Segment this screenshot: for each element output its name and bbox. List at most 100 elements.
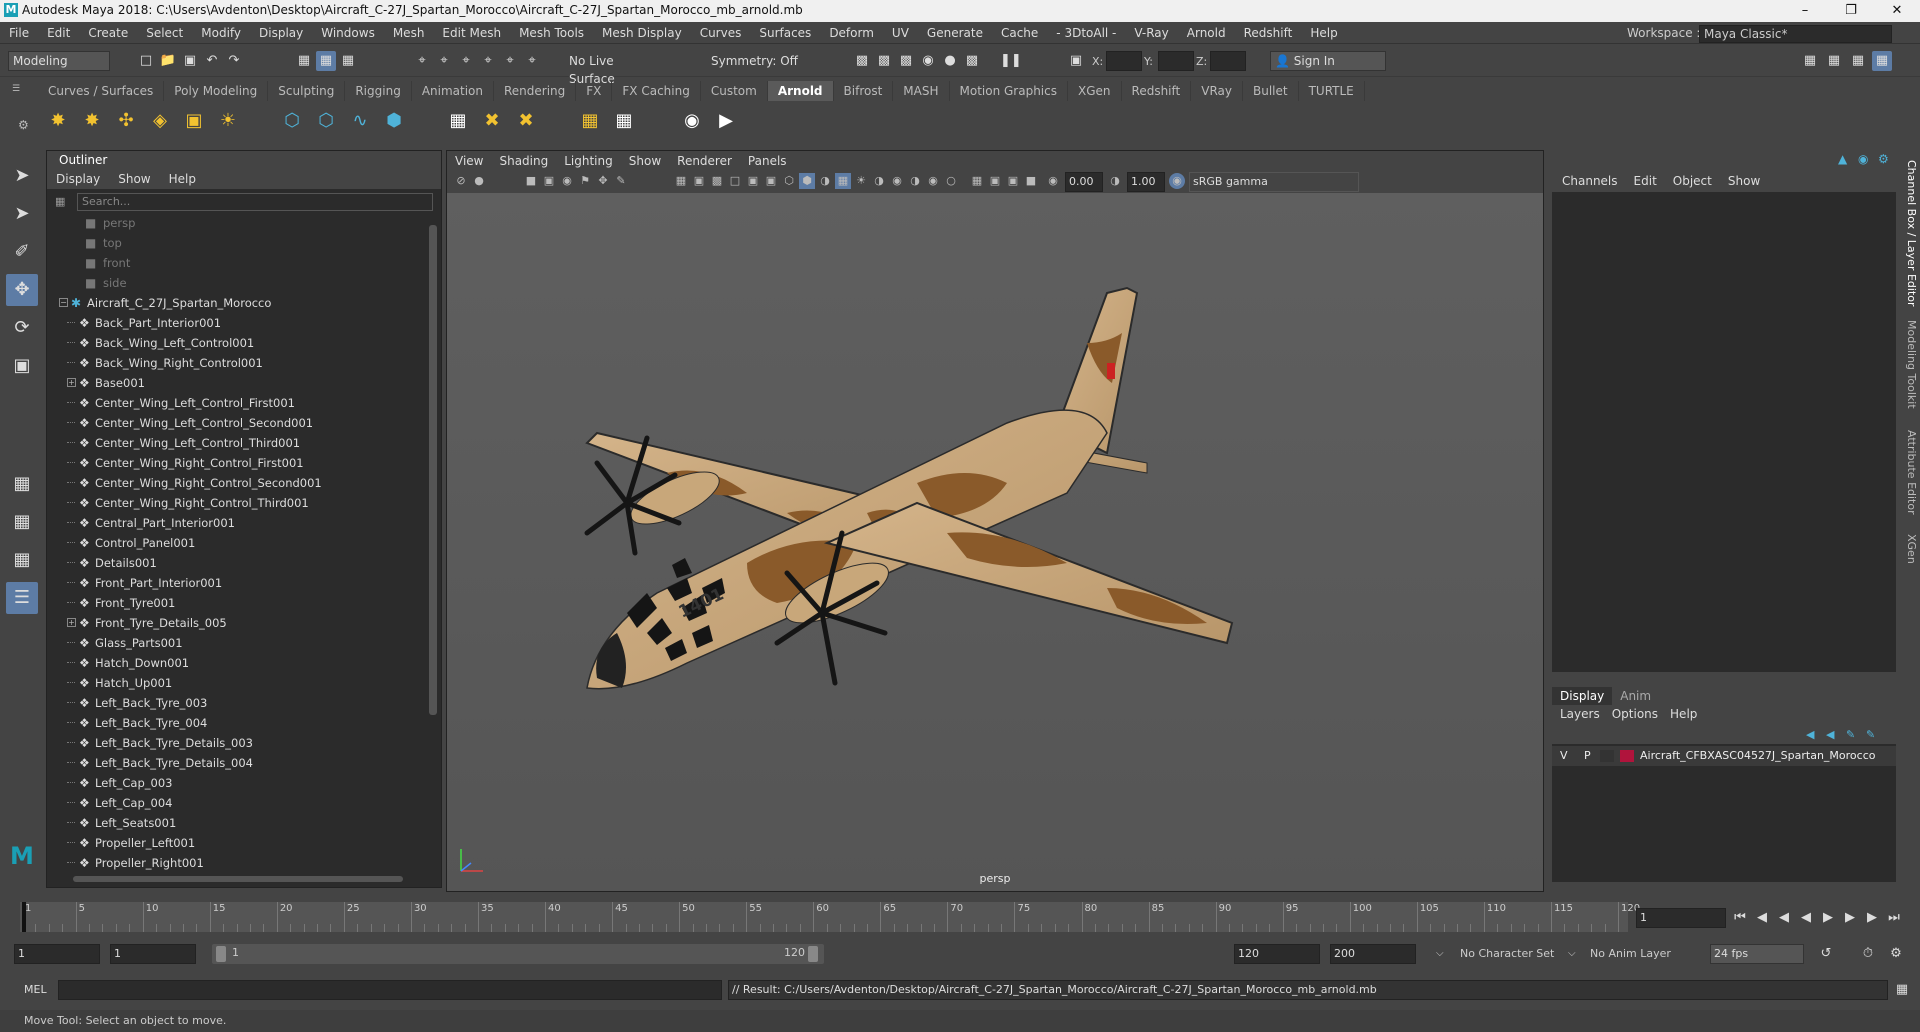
viewport-menu-renderer[interactable]: Renderer (669, 151, 740, 171)
outliner-vertical-scrollbar[interactable] (427, 213, 439, 873)
viewport-menu-shading[interactable]: Shading (491, 151, 556, 171)
xray-icon[interactable]: ▣ (987, 173, 1003, 189)
exposure-field[interactable]: 0.00 (1065, 172, 1103, 192)
menu-deform[interactable]: Deform (820, 22, 883, 44)
go-to-end-icon[interactable]: ⏭ (1884, 908, 1904, 928)
outliner-horizontal-scrollbar[interactable] (63, 873, 423, 885)
use-all-lights-icon[interactable]: ☀ (853, 173, 869, 189)
anim-layer-dropdown[interactable]: No Anim Layer (1590, 947, 1671, 960)
outliner-camera[interactable]: ■ side (47, 273, 427, 293)
outliner-item[interactable]: ❖ Left_Cap_004 (47, 793, 427, 813)
motion-blur-icon[interactable]: ◑ (907, 173, 923, 189)
loop-icon[interactable]: ↺ (1816, 944, 1836, 964)
shelf-menu-icon[interactable]: ☰ (12, 84, 28, 94)
save-scene-icon[interactable]: ▣ (180, 51, 200, 71)
menu-file[interactable]: File (0, 22, 38, 44)
step-back-frame-icon[interactable]: ◀ (1774, 908, 1794, 928)
outliner-item[interactable]: ❖ Glass_Parts001 (47, 633, 427, 653)
single-perspective-layout-icon[interactable]: ▦ (6, 468, 38, 500)
outliner-item[interactable]: ❖ Left_Back_Tyre_Details_003 (47, 733, 427, 753)
channels-edit-menu[interactable]: Edit (1626, 172, 1665, 190)
channels-menu[interactable]: Channels (1554, 172, 1626, 190)
outliner-item[interactable]: + ❖ Front_Tyre_Details_005 (47, 613, 427, 633)
outliner-item[interactable]: ❖ Central_Part_Interior001 (47, 513, 427, 533)
live-surface-dropdown[interactable]: No Live Surface (564, 51, 664, 86)
outliner-item[interactable]: ❖ Center_Wing_Right_Control_First001 (47, 453, 427, 473)
outliner-search-input[interactable]: Search... (77, 193, 433, 211)
screen-space-ao-icon[interactable]: ◉ (889, 173, 905, 189)
viewport-menu-panels[interactable]: Panels (740, 151, 795, 171)
collapse-icon[interactable]: − (59, 298, 68, 307)
shelf-tab-animation[interactable]: Animation (412, 81, 494, 101)
outliner-menu-display[interactable]: Display (47, 169, 109, 189)
outliner-item[interactable]: ❖ Front_Part_Interior001 (47, 573, 427, 593)
four-view-layout-icon[interactable]: ▦ (6, 506, 38, 538)
shelf-tab-fx-caching[interactable]: FX Caching (612, 81, 701, 101)
exposure-icon[interactable]: ◉ (1045, 173, 1061, 189)
backface-culling-icon[interactable]: ■ (1023, 173, 1039, 189)
minimize-icon[interactable]: – (1782, 0, 1828, 22)
shelf-settings-icon[interactable]: ⚙ (18, 118, 29, 132)
outliner-item[interactable]: ❖ Left_Cap_003 (47, 773, 427, 793)
step-back-key-icon[interactable]: ◀ (1752, 908, 1772, 928)
script-language-toggle[interactable]: MEL (24, 983, 47, 996)
menu-edit-mesh[interactable]: Edit Mesh (433, 22, 510, 44)
range-start-handle[interactable] (216, 946, 226, 962)
outliner-item[interactable]: ❖ Control_Panel001 (47, 533, 427, 553)
paint-select-tool-icon[interactable]: ✐ (6, 236, 38, 268)
menu-vray[interactable]: V-Ray (1125, 22, 1177, 44)
shelf-tab-mash[interactable]: MASH (893, 81, 950, 101)
y-field[interactable] (1158, 51, 1194, 71)
shelf-tab-rendering[interactable]: Rendering (494, 81, 577, 101)
mesh-light-icon[interactable]: ✸ (78, 107, 106, 135)
gate-mask-icon[interactable]: ▩ (709, 173, 725, 189)
outliner-item[interactable]: ❖ Center_Wing_Left_Control_Third001 (47, 433, 427, 453)
layer-visibility-toggle[interactable]: V (1560, 746, 1568, 766)
safe-title-icon[interactable]: ▣ (763, 173, 779, 189)
channel-box-settings-icon[interactable]: ⚙ (1878, 152, 1889, 166)
maximize-icon[interactable]: ❐ (1828, 0, 1874, 22)
menu-display[interactable]: Display (250, 22, 312, 44)
select-hierarchy-icon[interactable]: ▦ (294, 51, 314, 71)
outliner-item[interactable]: ❖ Hatch_Down001 (47, 653, 427, 673)
menu-3dtoall[interactable]: - 3DtoAll - (1047, 22, 1125, 44)
ipr-render-icon[interactable]: ▩ (896, 51, 916, 71)
outliner-item[interactable]: ❖ Left_Back_Tyre_Details_004 (47, 753, 427, 773)
animation-start-field[interactable]: 1 (14, 944, 100, 964)
layers-menu[interactable]: Layers (1554, 705, 1606, 723)
open-scene-icon[interactable]: 📁 (158, 51, 178, 71)
select-component-icon[interactable]: ▦ (338, 51, 358, 71)
move-tool-icon[interactable]: ✥ (6, 274, 38, 306)
tool-settings-icon[interactable]: ▦ (1848, 51, 1868, 71)
outliner-camera[interactable]: ■ persp (47, 213, 427, 233)
outliner-item[interactable]: ❖ Left_Seats001 (47, 813, 427, 833)
two-view-layout-icon[interactable]: ▦ (6, 544, 38, 576)
wireframe-icon[interactable]: ⬡ (781, 173, 797, 189)
render-view-icon[interactable]: ▩ (962, 51, 982, 71)
outliner-item[interactable]: + ❖ Base001 (47, 373, 427, 393)
light-portal-icon[interactable]: ▣ (180, 107, 208, 135)
menu-select[interactable]: Select (137, 22, 192, 44)
sidebar-tab-xgen[interactable]: XGen (1905, 534, 1918, 564)
shelf-tab-motion-graphics[interactable]: Motion Graphics (950, 81, 1068, 101)
menu-cache[interactable]: Cache (992, 22, 1047, 44)
default-material-icon[interactable]: ◑ (817, 173, 833, 189)
outliner-item[interactable]: ❖ Center_Wing_Left_Control_First001 (47, 393, 427, 413)
menu-modify[interactable]: Modify (192, 22, 250, 44)
layer-color-swatch[interactable] (1620, 750, 1634, 762)
outliner-camera[interactable]: ■ top (47, 233, 427, 253)
menu-curves[interactable]: Curves (691, 22, 751, 44)
create-flake-icon[interactable]: ✖ (478, 107, 506, 135)
viewport-canvas[interactable]: 1401 persp (447, 193, 1543, 891)
outliner-item[interactable]: ❖ Back_Wing_Right_Control001 (47, 353, 427, 373)
sign-in-button[interactable]: 👤 Sign In (1270, 51, 1386, 71)
step-forward-frame-icon[interactable]: ▶ (1840, 908, 1860, 928)
new-layer-icon[interactable]: ✎ (1846, 728, 1855, 741)
rotate-tool-icon[interactable]: ⟳ (6, 312, 38, 344)
grid-icon[interactable]: ▦ (673, 173, 689, 189)
expand-icon[interactable]: + (67, 618, 76, 627)
shelf-tab-curves-surfaces[interactable]: Curves / Surfaces (38, 81, 165, 101)
tab-display[interactable]: Display (1552, 687, 1613, 705)
symmetry-dropdown[interactable]: Symmetry: Off (706, 51, 806, 71)
menu-mesh-display[interactable]: Mesh Display (593, 22, 691, 44)
